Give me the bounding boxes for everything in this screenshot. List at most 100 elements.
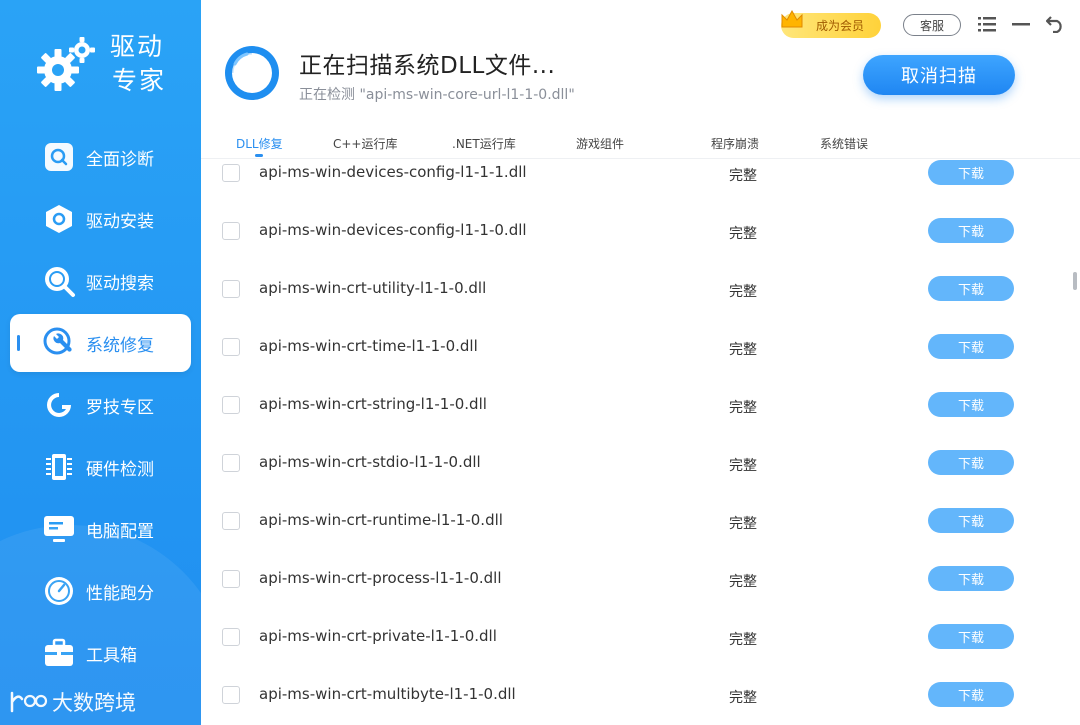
table-row: api-ms-win-devices-config-l1-1-0.dll 完整 …	[201, 217, 1071, 275]
table-row: api-ms-win-crt-runtime-l1-1-0.dll 完整 下载	[201, 507, 1071, 565]
dll-file-name: api-ms-win-crt-process-l1-1-0.dll	[259, 569, 502, 587]
logitech-icon	[42, 388, 76, 422]
back-arrow-icon[interactable]	[1043, 12, 1067, 36]
sidebar-item-system-repair[interactable]: 系统修复	[10, 314, 191, 372]
sidebar-item-pc-config[interactable]: 电脑配置	[10, 500, 191, 558]
table-row: api-ms-win-crt-process-l1-1-0.dll 完整 下载	[201, 565, 1071, 623]
file-status: 完整	[729, 516, 757, 532]
menu-icon[interactable]	[975, 12, 999, 36]
row-checkbox[interactable]	[222, 280, 240, 298]
tab-game-components[interactable]: 游戏组件	[576, 135, 624, 152]
brand-name: 驱动 专家	[110, 30, 180, 98]
file-status: 完整	[729, 632, 757, 648]
dll-file-list: api-ms-win-devices-config-l1-1-1.dll 完整 …	[201, 159, 1080, 725]
download-button[interactable]: 下载	[928, 682, 1014, 707]
row-checkbox[interactable]	[222, 686, 240, 704]
row-checkbox[interactable]	[222, 164, 240, 182]
download-button[interactable]: 下载	[928, 566, 1014, 591]
tab-program-crash[interactable]: 程序崩溃	[711, 135, 759, 152]
sidebar-item-toolbox[interactable]: 工具箱	[10, 624, 191, 682]
sidebar-item-label: 系统修复	[86, 335, 154, 356]
download-button[interactable]: 下载	[928, 624, 1014, 649]
scan-title: 正在扫描系统DLL文件...	[299, 53, 556, 79]
cancel-scan-button[interactable]: 取消扫描	[863, 55, 1015, 95]
list-scrollbar[interactable]	[1073, 272, 1077, 290]
file-status: 完整	[729, 168, 757, 184]
sidebar-item-benchmark[interactable]: 性能跑分	[10, 562, 191, 620]
gears-logo-icon	[37, 37, 95, 91]
gauge-icon	[42, 574, 76, 608]
dll-file-name: api-ms-win-crt-multibyte-l1-1-0.dll	[259, 685, 516, 703]
sidebar-item-driver-search[interactable]: 驱动搜索	[10, 252, 191, 310]
watermark: 大数跨境	[8, 687, 136, 717]
file-status: 完整	[729, 226, 757, 242]
sidebar-item-driver-install[interactable]: 驱动安装	[10, 190, 191, 248]
sidebar-item-hardware[interactable]: 硬件检测	[10, 438, 191, 496]
minimize-icon[interactable]	[1009, 12, 1033, 36]
sidebar-item-label: 驱动安装	[86, 211, 154, 232]
download-button[interactable]: 下载	[928, 392, 1014, 417]
download-button[interactable]: 下载	[928, 276, 1014, 301]
diagnosis-icon	[42, 140, 76, 174]
sidebar-item-label: 罗技专区	[86, 397, 154, 418]
table-row: api-ms-win-crt-utility-l1-1-0.dll 完整 下载	[201, 275, 1071, 333]
row-checkbox[interactable]	[222, 454, 240, 472]
tab-dotnet-runtime[interactable]: .NET运行库	[452, 135, 516, 152]
category-tabs: DLL修复 C++运行库 .NET运行库 游戏组件 程序崩溃 系统错误	[201, 125, 1080, 159]
file-status: 完整	[729, 690, 757, 706]
sidebar-item-label: 全面诊断	[86, 149, 154, 170]
sidebar-nav: 全面诊断 驱动安装 驱动搜索 系统修复 罗技专区 硬件检测 电脑配置 性能跑分 …	[0, 128, 201, 686]
dll-file-name: api-ms-win-crt-private-l1-1-0.dll	[259, 627, 497, 645]
tab-system-error[interactable]: 系统错误	[820, 135, 868, 152]
active-marker	[17, 335, 20, 351]
row-checkbox[interactable]	[222, 222, 240, 240]
sidebar-item-logitech[interactable]: 罗技专区	[10, 376, 191, 434]
file-status: 完整	[729, 342, 757, 358]
become-member-button[interactable]: 成为会员	[781, 9, 881, 38]
sidebar-item-label: 电脑配置	[86, 521, 154, 542]
tab-dll-repair[interactable]: DLL修复	[236, 135, 283, 157]
row-checkbox[interactable]	[222, 628, 240, 646]
file-status: 完整	[729, 574, 757, 590]
download-button[interactable]: 下载	[928, 218, 1014, 243]
file-status: 完整	[729, 284, 757, 300]
tab-cpp-runtime[interactable]: C++运行库	[333, 135, 398, 152]
sidebar: 驱动 专家 全面诊断 驱动安装 驱动搜索 系统修复 罗技专区 硬件检测 电脑配置…	[0, 0, 201, 725]
search-icon	[42, 264, 76, 298]
file-status: 完整	[729, 458, 757, 474]
file-status: 完整	[729, 400, 757, 416]
hardware-chip-icon	[42, 450, 76, 484]
table-row: api-ms-win-crt-multibyte-l1-1-0.dll 完整 下…	[201, 681, 1071, 725]
app-logo: 驱动 专家	[36, 30, 186, 100]
watermark-logo-icon	[10, 691, 48, 713]
download-button[interactable]: 下载	[928, 450, 1014, 475]
driver-install-icon	[42, 202, 76, 236]
table-row: api-ms-win-crt-private-l1-1-0.dll 完整 下载	[201, 623, 1071, 681]
row-checkbox[interactable]	[222, 570, 240, 588]
scan-current-file: 正在检测 "api-ms-win-core-url-l1-1-0.dll"	[299, 87, 575, 103]
crown-icon	[781, 9, 803, 28]
table-row: api-ms-win-devices-config-l1-1-1.dll 完整 …	[201, 159, 1071, 217]
row-checkbox[interactable]	[222, 338, 240, 356]
watermark-text: 大数跨境	[52, 691, 136, 715]
dll-file-name: api-ms-win-crt-time-l1-1-0.dll	[259, 337, 478, 355]
header: 正在扫描系统DLL文件... 正在检测 "api-ms-win-core-url…	[201, 0, 1080, 125]
sidebar-item-label: 工具箱	[86, 645, 137, 666]
brand-line-1: 驱动	[110, 32, 165, 61]
repair-wrench-icon	[42, 326, 76, 360]
download-button[interactable]: 下载	[928, 334, 1014, 359]
row-checkbox[interactable]	[222, 396, 240, 414]
download-button[interactable]: 下载	[928, 160, 1014, 185]
dll-file-name: api-ms-win-crt-runtime-l1-1-0.dll	[259, 511, 503, 529]
scan-progress-spinner-icon	[225, 46, 279, 100]
dll-file-name: api-ms-win-devices-config-l1-1-1.dll	[259, 163, 527, 181]
toolbox-icon	[42, 636, 76, 670]
sidebar-item-diagnosis[interactable]: 全面诊断	[10, 128, 191, 186]
download-button[interactable]: 下载	[928, 508, 1014, 533]
dll-file-name: api-ms-win-crt-stdio-l1-1-0.dll	[259, 453, 481, 471]
row-checkbox[interactable]	[222, 512, 240, 530]
monitor-icon	[42, 512, 76, 546]
customer-service-button[interactable]: 客服	[903, 14, 961, 36]
dll-file-name: api-ms-win-devices-config-l1-1-0.dll	[259, 221, 527, 239]
dll-file-name: api-ms-win-crt-utility-l1-1-0.dll	[259, 279, 487, 297]
